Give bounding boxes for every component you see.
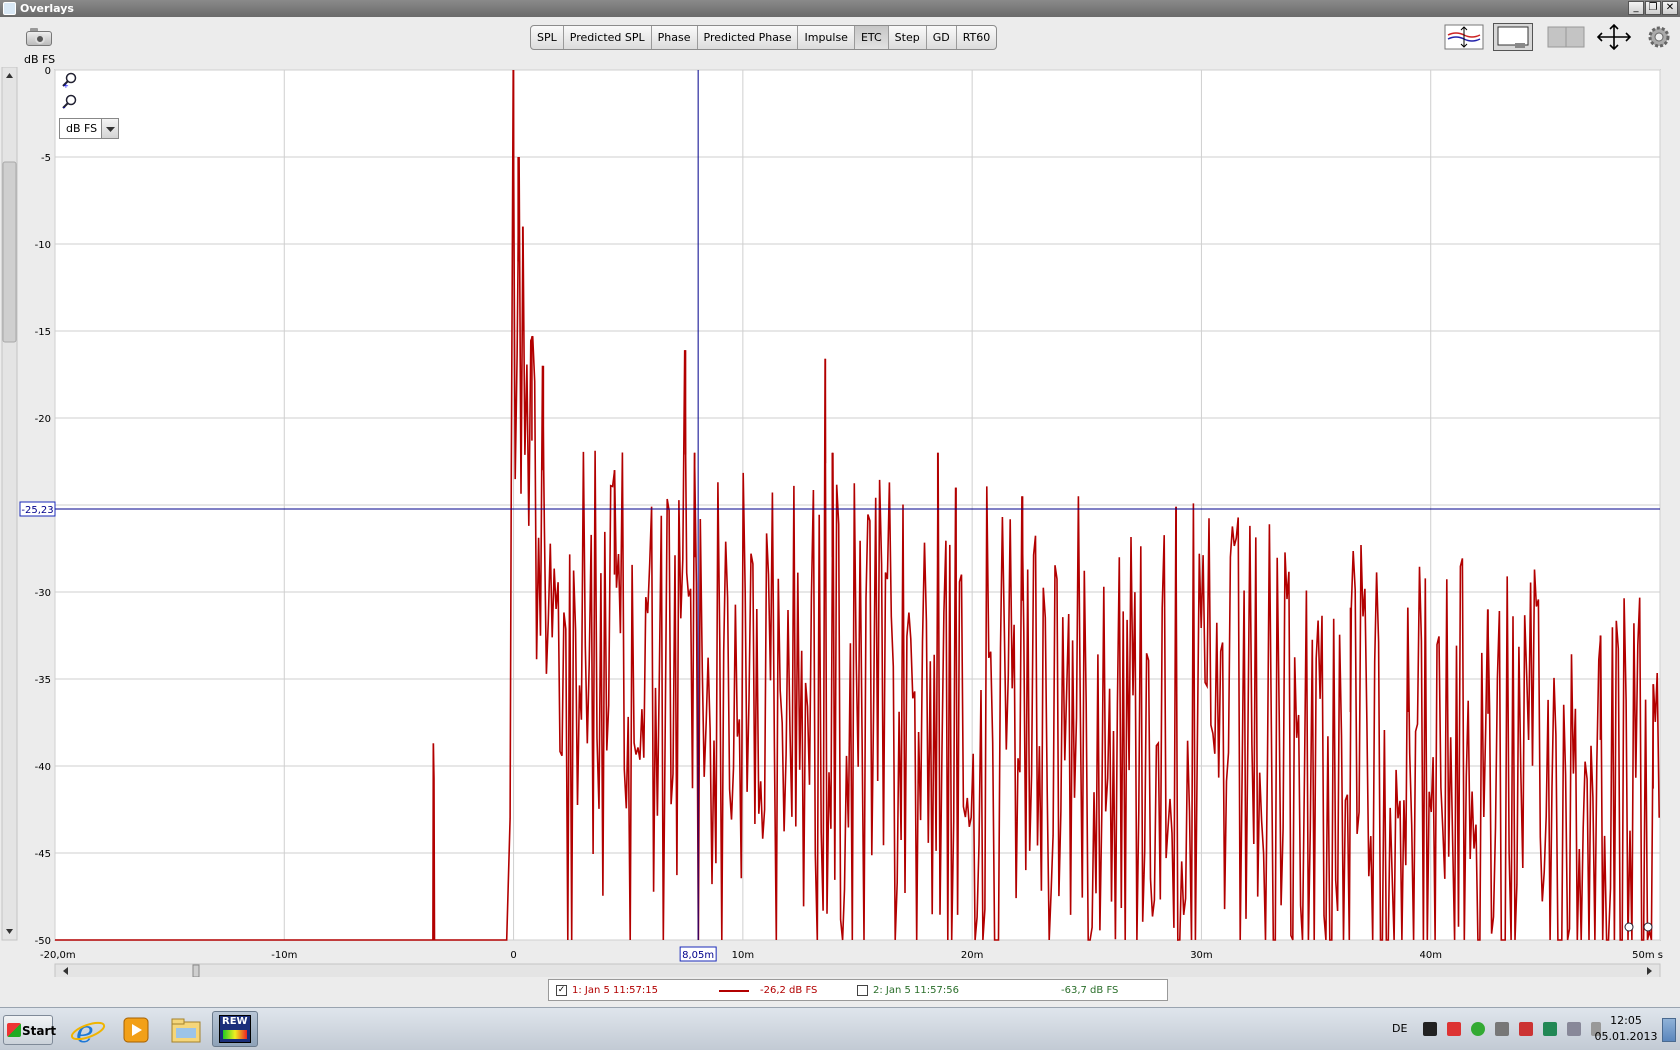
windows-taskbar: Start e REW DE 12:05 05.01.2013 bbox=[0, 1007, 1680, 1050]
y-tick-label: -50 bbox=[35, 936, 51, 947]
vertical-scrollbar-thumb[interactable] bbox=[2, 161, 17, 343]
align-traces-icon[interactable] bbox=[1444, 23, 1484, 51]
fit-axes-icon[interactable] bbox=[1594, 23, 1634, 51]
media-player-icon[interactable] bbox=[116, 1014, 156, 1046]
x-tick-label: 30m bbox=[1190, 950, 1212, 961]
y-tick-label: -5 bbox=[41, 153, 51, 164]
tray-tools-icon[interactable] bbox=[1495, 1022, 1509, 1036]
start-button[interactable]: Start bbox=[3, 1015, 56, 1045]
tab-gd[interactable]: GD bbox=[927, 26, 957, 49]
app-icon bbox=[3, 2, 16, 15]
y-tick-label: 0 bbox=[45, 67, 51, 77]
graph-type-tabs: SPL Predicted SPL Phase Predicted Phase … bbox=[530, 25, 998, 50]
x-tick-label: 0 bbox=[510, 950, 516, 961]
etc-chart[interactable]: 0-5-10-15-20-25-30-35-40-45-50-20,0m-10m… bbox=[0, 67, 1680, 977]
minimize-button[interactable]: _ bbox=[1628, 1, 1644, 15]
x-zoom-in-icon[interactable] bbox=[1643, 922, 1653, 932]
cursor-x-readout: 8,05m bbox=[682, 950, 714, 961]
rew-icon: REW bbox=[219, 1015, 251, 1043]
x-tick-label: 40m bbox=[1419, 950, 1441, 961]
camera-icon[interactable] bbox=[24, 26, 54, 46]
x-tick-label: 50m s bbox=[1632, 950, 1663, 961]
unit-dropdown[interactable]: dB FS bbox=[59, 118, 119, 139]
y-tick-label: -45 bbox=[35, 849, 51, 860]
x-tick-label: 10m bbox=[732, 950, 754, 961]
x-zoom-out-icon[interactable] bbox=[1624, 922, 1634, 932]
trace-2-value: -63,7 dB FS bbox=[1061, 985, 1119, 996]
tab-phase[interactable]: Phase bbox=[652, 26, 698, 49]
x-tick-label: 20m bbox=[961, 950, 983, 961]
tab-spl[interactable]: SPL bbox=[531, 26, 564, 49]
zoom-in-icon[interactable]: + bbox=[62, 72, 78, 88]
tab-etc[interactable]: ETC bbox=[854, 26, 889, 49]
language-indicator[interactable]: DE bbox=[1392, 1022, 1407, 1035]
tab-predicted-spl[interactable]: Predicted SPL bbox=[564, 26, 652, 49]
tab-predicted-phase[interactable]: Predicted Phase bbox=[698, 26, 799, 49]
y-tick-label: -15 bbox=[35, 327, 51, 338]
settings-gear-icon[interactable] bbox=[1644, 23, 1674, 51]
x-tick-label: -20,0m bbox=[40, 950, 76, 961]
show-desktop-button[interactable] bbox=[1662, 1018, 1676, 1042]
trace-1-line-swatch bbox=[719, 990, 749, 992]
chevron-down-icon[interactable] bbox=[101, 119, 118, 138]
tab-step[interactable]: Step bbox=[889, 26, 927, 49]
close-button[interactable]: ✕ bbox=[1662, 1, 1678, 15]
tray-monitor-icon[interactable] bbox=[1543, 1022, 1557, 1036]
svg-text:+: + bbox=[63, 82, 69, 88]
tray-dsp-icon[interactable] bbox=[1519, 1022, 1533, 1036]
clock-date[interactable]: 05.01.2013 bbox=[1592, 1030, 1660, 1043]
rew-taskbar-button[interactable]: REW bbox=[212, 1011, 258, 1047]
x-tick-label: -10m bbox=[271, 950, 297, 961]
clock-time[interactable]: 12:05 bbox=[1596, 1014, 1656, 1027]
single-view-icon[interactable] bbox=[1493, 23, 1533, 51]
svg-text:e: e bbox=[76, 1015, 94, 1046]
tray-network-icon[interactable] bbox=[1567, 1022, 1581, 1036]
explorer-icon[interactable] bbox=[166, 1014, 206, 1046]
y-tick-label: -40 bbox=[35, 762, 51, 773]
tray-app-icon[interactable] bbox=[1423, 1022, 1437, 1036]
trace-1-checkbox[interactable]: ✓ bbox=[556, 985, 567, 996]
horizontal-scrollbar[interactable] bbox=[54, 963, 1661, 977]
trace-1-label: 1: Jan 5 11:57:15 bbox=[572, 985, 658, 996]
etc-plot-area[interactable]: 0-5-10-15-20-25-30-35-40-45-50-20,0m-10m… bbox=[0, 67, 1680, 977]
split-view-icon[interactable] bbox=[1546, 23, 1586, 51]
cursor-y-readout: -25,23 bbox=[21, 505, 53, 516]
window-titlebar: Overlays _ ❐ ✕ bbox=[0, 0, 1680, 17]
tab-impulse[interactable]: Impulse bbox=[798, 26, 855, 49]
graph-toolbar: dB FS SPL Predicted SPL Phase Predicted … bbox=[0, 17, 1680, 67]
zoom-out-icon[interactable]: - bbox=[62, 94, 78, 110]
tab-rt60[interactable]: RT60 bbox=[957, 26, 997, 49]
y-unit-label: dB FS bbox=[24, 53, 56, 66]
trace-2-label: 2: Jan 5 11:57:56 bbox=[873, 985, 959, 996]
restore-button[interactable]: ❐ bbox=[1645, 1, 1661, 15]
unit-dropdown-value: dB FS bbox=[66, 122, 98, 135]
tray-security-icon[interactable] bbox=[1471, 1022, 1485, 1036]
y-tick-label: -10 bbox=[35, 240, 51, 251]
windows-logo-icon bbox=[7, 1023, 21, 1037]
y-tick-label: -35 bbox=[35, 675, 51, 686]
trace-2-checkbox[interactable] bbox=[857, 985, 868, 996]
window-title: Overlays bbox=[20, 2, 74, 15]
ie-icon[interactable]: e bbox=[68, 1014, 108, 1046]
y-tick-label: -30 bbox=[35, 588, 51, 599]
y-tick-label: -20 bbox=[35, 414, 51, 425]
tray-warning-icon[interactable] bbox=[1447, 1022, 1461, 1036]
trace-legend: ✓ 1: Jan 5 11:57:15 -26,2 dB FS 2: Jan 5… bbox=[548, 979, 1168, 1001]
horizontal-scrollbar-thumb[interactable] bbox=[192, 964, 200, 977]
trace-1-value: -26,2 dB FS bbox=[760, 985, 818, 996]
